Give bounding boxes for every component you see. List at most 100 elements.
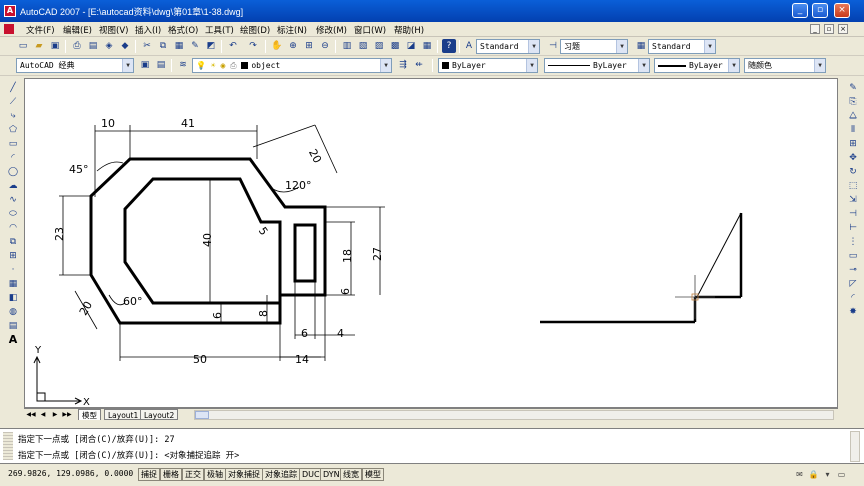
next-tab-button[interactable]: ▶ xyxy=(50,410,60,420)
menu-help[interactable]: 帮助(H) xyxy=(394,24,424,36)
mirror-icon[interactable]: ⧋ xyxy=(846,110,860,122)
coordinate-readout[interactable]: 269.9826, 129.0986, 0.0000 xyxy=(8,469,133,478)
match-properties-icon[interactable]: ✎ xyxy=(188,39,202,53)
text-style-select[interactable]: Standard ▼ xyxy=(476,39,540,54)
menu-dimension[interactable]: 标注(N) xyxy=(277,24,307,36)
markup-icon[interactable]: ◪ xyxy=(404,39,418,53)
menu-modify[interactable]: 修改(M) xyxy=(316,24,347,36)
tab-layout2[interactable]: Layout2 xyxy=(140,409,179,420)
break-icon[interactable]: ▭ xyxy=(846,250,860,262)
line-icon[interactable]: ╱ xyxy=(6,82,20,94)
make-block-icon[interactable]: ⊞ xyxy=(6,250,20,262)
revision-cloud-icon[interactable]: ☁ xyxy=(6,180,20,192)
clean-screen-icon[interactable]: ▭ xyxy=(836,469,847,480)
text-style-icon[interactable]: A xyxy=(462,39,476,53)
point-icon[interactable]: · xyxy=(6,264,20,276)
workspace-select[interactable]: AutoCAD 经典 ▼ xyxy=(16,58,134,73)
rotate-icon[interactable]: ↻ xyxy=(846,166,860,178)
menu-window[interactable]: 窗口(W) xyxy=(354,24,386,36)
paste-icon[interactable]: ▦ xyxy=(172,39,186,53)
table-style-icon[interactable]: ▦ xyxy=(634,39,648,53)
layer-lock-icon[interactable]: ◉ xyxy=(220,61,225,70)
scale-icon[interactable]: ⬚ xyxy=(846,180,860,192)
ortho-toggle[interactable]: 正交 xyxy=(182,468,204,481)
sketch-polyline[interactable] xyxy=(540,212,743,324)
model-toggle[interactable]: 模型 xyxy=(362,468,384,481)
layer-select[interactable]: 💡 ☀ ◉ ⎙ object ▼ xyxy=(192,58,392,73)
lock-icon[interactable]: 🔒 xyxy=(808,469,819,480)
trim-icon[interactable]: ⊣ xyxy=(846,208,860,220)
ellipse-icon[interactable]: ⬭ xyxy=(6,208,20,220)
menu-draw[interactable]: 绘图(D) xyxy=(240,24,270,36)
array-icon[interactable]: ⊞ xyxy=(846,138,860,150)
undo-icon[interactable]: ↶ xyxy=(226,39,240,53)
menu-view[interactable]: 视图(V) xyxy=(99,24,128,36)
dim-style-select[interactable]: 习题 ▼ xyxy=(560,39,628,54)
drawing-area[interactable]: 10 41 45° 20 120° 23 40 5 18 27 6 60° 20… xyxy=(24,78,838,408)
zoom-realtime-icon[interactable]: ⊕ xyxy=(286,39,300,53)
tab-layout1[interactable]: Layout1 xyxy=(104,409,143,420)
layer-previous-icon[interactable]: ⇷ xyxy=(412,58,426,72)
construction-line-icon[interactable]: ⟋ xyxy=(6,96,20,108)
scrollbar-thumb[interactable] xyxy=(195,411,209,419)
publish-icon[interactable]: ◈ xyxy=(102,39,116,53)
offset-icon[interactable]: ⫴ xyxy=(846,124,860,136)
tab-model[interactable]: 模型 xyxy=(78,409,101,420)
mdi-restore-button[interactable]: ▫ xyxy=(824,24,834,34)
minimize-button[interactable]: _ xyxy=(792,3,808,18)
copy-icon[interactable]: ⧉ xyxy=(156,39,170,53)
layer-freeze-icon[interactable]: ☀ xyxy=(211,61,216,70)
menu-insert[interactable]: 插入(I) xyxy=(135,24,161,36)
color-select[interactable]: ByLayer ▼ xyxy=(438,58,538,73)
extend-icon[interactable]: ⊢ xyxy=(846,222,860,234)
layer-manager-icon[interactable]: ≋ xyxy=(176,58,190,72)
block-editor-icon[interactable]: ◩ xyxy=(204,39,218,53)
status-menu-icon[interactable]: ▾ xyxy=(822,469,833,480)
redo-icon[interactable]: ↷ xyxy=(246,39,260,53)
menu-tools[interactable]: 工具(T) xyxy=(205,24,234,36)
save-icon[interactable]: ▣ xyxy=(48,39,62,53)
menu-format[interactable]: 格式(O) xyxy=(168,24,198,36)
new-file-icon[interactable]: ▭ xyxy=(16,39,30,53)
workspace-settings-icon[interactable]: ▣ xyxy=(138,58,152,72)
properties-icon[interactable]: ▥ xyxy=(340,39,354,53)
hatch-icon[interactable]: ▦ xyxy=(6,278,20,290)
print-preview-icon[interactable]: ▤ xyxy=(86,39,100,53)
break-at-point-icon[interactable]: ⋮ xyxy=(846,236,860,248)
workspace-save-icon[interactable]: ▤ xyxy=(154,58,168,72)
insert-block-icon[interactable]: ⧉ xyxy=(6,236,20,248)
multiline-text-icon[interactable]: A xyxy=(6,334,20,346)
table-style-select[interactable]: Standard ▼ xyxy=(648,39,716,54)
grid-toggle[interactable]: 栅格 xyxy=(160,468,182,481)
last-tab-button[interactable]: ▶▶ xyxy=(62,410,72,420)
3d-dwf-icon[interactable]: ◆ xyxy=(118,39,132,53)
chamfer-icon[interactable]: ◸ xyxy=(846,278,860,290)
osnap-toggle[interactable]: 对象捕捉 xyxy=(225,468,263,481)
open-file-icon[interactable]: ▰ xyxy=(32,39,46,53)
fillet-icon[interactable]: ◜ xyxy=(846,292,860,304)
arc-icon[interactable]: ◜ xyxy=(6,152,20,164)
join-icon[interactable]: ⊸ xyxy=(846,264,860,276)
table-icon[interactable]: ▤ xyxy=(6,320,20,332)
mdi-minimize-button[interactable]: _ xyxy=(810,24,820,34)
close-button[interactable]: × xyxy=(834,3,850,18)
stretch-icon[interactable]: ⇲ xyxy=(846,194,860,206)
gradient-icon[interactable]: ◧ xyxy=(6,292,20,304)
autocad-logo-icon[interactable]: A xyxy=(4,5,16,17)
make-layer-current-icon[interactable]: ⇶ xyxy=(396,58,410,72)
command-scrollbar[interactable] xyxy=(850,431,860,462)
move-icon[interactable]: ✥ xyxy=(846,152,860,164)
explode-icon[interactable]: ✸ xyxy=(846,306,860,318)
zoom-previous-icon[interactable]: ⊖ xyxy=(318,39,332,53)
first-tab-button[interactable]: ◀◀ xyxy=(26,410,36,420)
restore-button[interactable]: ▫ xyxy=(812,3,828,18)
prev-tab-button[interactable]: ◀ xyxy=(38,410,48,420)
slot-rectangle[interactable] xyxy=(293,223,317,283)
ellipse-arc-icon[interactable]: ◠ xyxy=(6,222,20,234)
sheet-set-icon[interactable]: ▩ xyxy=(388,39,402,53)
calculator-icon[interactable]: ▦ xyxy=(420,39,434,53)
linetype-select[interactable]: ByLayer ▼ xyxy=(544,58,650,73)
snap-toggle[interactable]: 捕捉 xyxy=(138,468,160,481)
mdi-close-button[interactable]: × xyxy=(838,24,848,34)
copy-object-icon[interactable]: ⎘ xyxy=(846,96,860,108)
